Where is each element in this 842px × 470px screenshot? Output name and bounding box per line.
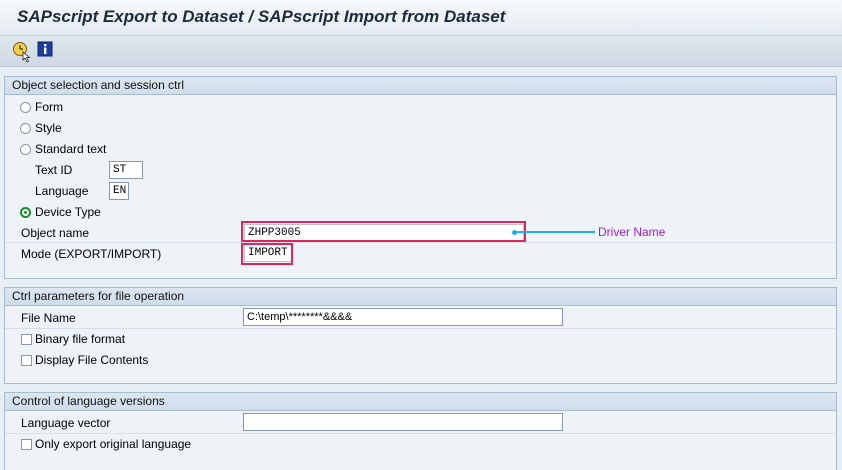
- text-id-row: Text ID ST: [5, 160, 836, 180]
- text-id-label: Text ID: [35, 163, 73, 177]
- language-vector-row: Language vector: [5, 413, 836, 433]
- radio-row-device-type: Device Type: [5, 202, 836, 222]
- display-contents-checkbox[interactable]: [21, 355, 32, 366]
- language-label: Language: [35, 184, 89, 198]
- callout-line: [515, 231, 595, 233]
- object-name-label: Object name: [21, 226, 90, 240]
- device-type-radio-label[interactable]: Device Type: [35, 205, 101, 219]
- info-icon[interactable]: [37, 41, 55, 59]
- binary-label[interactable]: Binary file format: [35, 332, 125, 346]
- application-toolbar: [0, 36, 842, 67]
- language-vector-label: Language vector: [21, 416, 111, 430]
- page-title: SAPscript Export to Dataset / SAPscript …: [17, 7, 506, 26]
- mode-highlight: [241, 243, 293, 265]
- radio-row-form: Form: [5, 97, 836, 117]
- language-row: Language EN: [5, 181, 836, 201]
- binary-row: Binary file format: [5, 329, 836, 349]
- language-vector-field[interactable]: [243, 413, 563, 431]
- style-radio-label[interactable]: Style: [35, 121, 62, 135]
- language-versions-group: Control of language versions Language ve…: [4, 392, 837, 470]
- group-header: Ctrl parameters for file operation: [5, 288, 836, 306]
- binary-checkbox[interactable]: [21, 334, 32, 345]
- execute-clock-icon[interactable]: [12, 41, 31, 63]
- file-name-field[interactable]: C:\temp\********&&&&: [243, 308, 563, 326]
- text-id-field[interactable]: ST: [109, 161, 143, 179]
- standard-text-radio[interactable]: [20, 144, 31, 155]
- mode-label: Mode (EXPORT/IMPORT): [21, 247, 162, 261]
- display-row: Display File Contents: [5, 350, 836, 370]
- object-name-highlight: [241, 221, 526, 242]
- row-separator: [5, 242, 836, 243]
- style-radio[interactable]: [20, 123, 31, 134]
- file-name-label: File Name: [21, 311, 76, 325]
- language-field[interactable]: EN: [109, 182, 129, 200]
- device-type-radio[interactable]: [20, 207, 31, 218]
- file-name-row: File Name C:\temp\********&&&&: [5, 308, 836, 328]
- title-bar: SAPscript Export to Dataset / SAPscript …: [0, 0, 842, 36]
- standard-text-radio-label[interactable]: Standard text: [35, 142, 106, 156]
- display-contents-label[interactable]: Display File Contents: [35, 353, 148, 367]
- form-radio-label[interactable]: Form: [35, 100, 63, 114]
- radio-row-style: Style: [5, 118, 836, 138]
- only-export-label[interactable]: Only export original language: [35, 437, 191, 451]
- file-operation-group: Ctrl parameters for file operation File …: [4, 287, 837, 384]
- driver-name-annotation: Driver Name: [598, 225, 666, 239]
- object-selection-group: Object selection and session ctrl Form S…: [4, 76, 837, 279]
- only-export-checkbox[interactable]: [21, 439, 32, 450]
- only-export-row: Only export original language: [5, 434, 836, 454]
- radio-row-standard-text: Standard text: [5, 139, 836, 159]
- group-header: Object selection and session ctrl: [5, 77, 836, 95]
- mode-row: Mode (EXPORT/IMPORT) IMPORT: [5, 244, 836, 264]
- form-radio[interactable]: [20, 102, 31, 113]
- group-header: Control of language versions: [5, 393, 836, 411]
